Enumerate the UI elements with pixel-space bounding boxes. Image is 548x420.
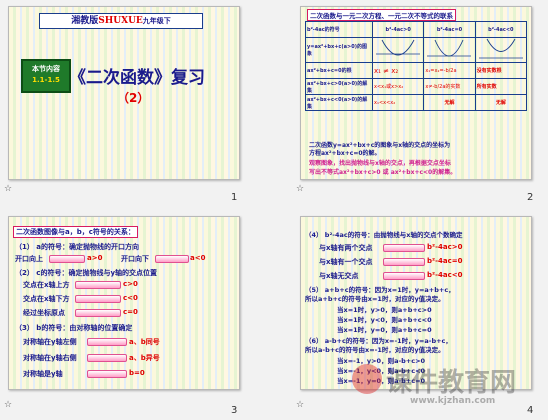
note-line-3: 观察图象，找出抛物线与x轴的交点，再根据交点坐标 <box>309 160 451 167</box>
parabola-no-root-graph <box>478 38 523 59</box>
arrow-connector <box>75 281 121 289</box>
slide-2-heading: 二次函数与一元二次方程、一元二次不等式的联系 <box>307 9 456 21</box>
parabola-two-roots-graph <box>376 39 420 56</box>
table-header-cell: b²-4ac<0 <box>474 21 528 38</box>
rule-6b: 所以a-b+c的符号由x=-1时，对应的y值决定。 <box>305 346 445 354</box>
table-header-cell: b²-4ac的符号 <box>305 21 373 38</box>
table-header-cell: b²-4ac>0 <box>371 21 425 38</box>
rule-2a-result: c>0 <box>123 280 138 288</box>
watermark-text: 课件教育网 <box>386 368 517 398</box>
rule-1a: 开口向上 <box>15 255 43 263</box>
row-label: ax²+bx+c>0(a>0)的解集 <box>305 78 373 95</box>
rule-3c-result: b=0 <box>129 369 145 377</box>
table-cell: x₁<x<x₂ <box>371 94 425 111</box>
arrow-connector <box>75 309 121 317</box>
watermark-url: www.kjzhan.com <box>410 396 496 406</box>
slide-1-header: 湘教版SHUXUE九年级下 <box>39 13 203 29</box>
rule-4b: 与x轴有一个交点 <box>319 258 373 266</box>
slide-1-transition-icon: ☆ <box>4 184 13 194</box>
slide-3-thumbnail[interactable]: 二次函数图像与a，b，c符号的关系： （1） a的符号：确定抛物线的开口方向 开… <box>8 216 240 390</box>
relation-table: b²-4ac的符号 b²-4ac>0 b²-4ac=0 b²-4ac<0 y=a… <box>305 21 528 111</box>
slide-4-transition-icon: ☆ <box>296 400 305 410</box>
brand-text: SHUXUE <box>98 16 143 26</box>
rule-3b: 对称轴在y轴右侧 <box>23 354 77 362</box>
arrow-connector <box>87 354 127 362</box>
table-row: ax²+bx+c=0的根 x₁ ≠ x₂ x₁=x₂=-b/2a 没有实数根 <box>305 62 528 79</box>
graph-cell <box>474 37 528 63</box>
table-cell: x<x₁或x>x₂ <box>371 78 425 95</box>
table-header-row: b²-4ac的符号 b²-4ac>0 b²-4ac=0 b²-4ac<0 <box>305 21 528 38</box>
rule-4: （4） b²-4ac的符号：由抛物线与x轴的交点个数确定 <box>305 231 463 239</box>
table-cell: x₁=x₂=-b/2a <box>423 62 476 79</box>
row-label: ax²+bx+c<0(a>0)的解集 <box>305 94 373 111</box>
rule-1b: 开口向下 <box>121 255 149 263</box>
table-row: ax²+bx+c>0(a>0)的解集 x<x₁或x>x₂ x≠-b/2a的实数 … <box>305 78 528 95</box>
slide-1-thumbnail[interactable]: 湘教版SHUXUE九年级下 本节内容 1.1-1.5 《二次函数》复习 （2） <box>8 6 240 180</box>
rule-4c: 与x轴无交点 <box>319 272 359 280</box>
slide-2-number: 2 <box>527 192 534 203</box>
table-header-cell: b²-4ac=0 <box>423 21 476 38</box>
rule-2c: 经过坐标原点 <box>23 309 65 317</box>
rule-3c: 对称轴是y轴 <box>23 370 63 378</box>
parabola-one-root-graph <box>427 39 472 57</box>
rule-1b-result: a<0 <box>190 254 206 262</box>
table-cell: 无解 <box>474 94 528 111</box>
rule-3b-result: a、b异号 <box>129 354 160 362</box>
arrow-connector <box>49 255 85 263</box>
rule-3a-result: a、b同号 <box>129 338 160 346</box>
rule-4a-result: b²-4ac>0 <box>427 243 463 251</box>
badge-line-2: 1.1-1.5 <box>32 76 60 84</box>
table-cell: x₁ ≠ x₂ <box>371 62 425 79</box>
rule-4c-result: b²-4ac<0 <box>427 271 463 279</box>
rule-2: （2） c的符号：确定抛物线与y轴的交点位置 <box>15 269 158 277</box>
row-label: ax²+bx+c=0的根 <box>305 62 373 79</box>
grade-text: 九年级下 <box>142 17 171 25</box>
chapter-badge: 本节内容 1.1-1.5 <box>21 59 71 93</box>
arrow-connector <box>87 370 127 378</box>
arrow-connector <box>87 338 127 346</box>
graph-cell <box>423 37 476 63</box>
rule-2a: 交点在x轴上方 <box>23 281 70 289</box>
publisher-text: 湘教版 <box>71 16 99 26</box>
rule-1: （1） a的符号：确定抛物线的开口方向 <box>15 243 140 251</box>
arrow-connector <box>383 244 425 252</box>
rule-2b-result: c<0 <box>123 294 138 302</box>
rule-3a: 对称轴在y轴左侧 <box>23 338 77 346</box>
rule-2c-result: c=0 <box>123 308 138 316</box>
rule-3: （3） b的符号：由对称轴的位置确定 <box>15 324 133 332</box>
slide-1-subtitle: （2） <box>117 91 150 105</box>
table-cell: 所有实数 <box>474 78 528 95</box>
arrow-connector <box>383 272 425 280</box>
row-label: y=ax²+bx+c(a>0)的图象 <box>305 37 373 63</box>
arrow-connector <box>383 258 425 266</box>
note-line-2: 方程ax²+bx+c=0的解。 <box>309 150 381 157</box>
rule-4b-result: b²-4ac=0 <box>427 257 463 265</box>
slide-4-number: 4 <box>527 405 534 416</box>
slide-3-transition-icon: ☆ <box>4 400 13 410</box>
rule-5d: 当x=1时，y<0，则a+b+c<0 <box>337 316 432 324</box>
note-line-4: 写出不等式ax²+bx+c>0 或 ax²+bx+c<0的解集。 <box>309 169 457 176</box>
table-cell: 没有实数根 <box>474 62 528 79</box>
arrow-connector <box>75 295 121 303</box>
rule-2b: 交点在x轴下方 <box>23 295 70 303</box>
table-cell: x≠-b/2a的实数 <box>423 78 476 95</box>
watermark-logo <box>352 364 382 394</box>
graph-cell <box>371 37 425 63</box>
rule-5b: 所以a+b+c的符号由x=1时，对应的y值决定。 <box>305 295 445 303</box>
badge-line-1: 本节内容 <box>32 65 60 73</box>
table-row: y=ax²+bx+c(a>0)的图象 <box>305 37 528 63</box>
slide-2-transition-icon: ☆ <box>296 184 305 194</box>
slide-3-heading: 二次函数图像与a，b，c符号的关系： <box>13 226 138 238</box>
slide-3-number: 3 <box>231 405 238 416</box>
table-cell: 无解 <box>423 94 476 111</box>
slide-1-title: 《二次函数》复习 <box>69 68 205 88</box>
slide-1-number: 1 <box>231 192 238 203</box>
rule-5e: 当x=1时，y=0，则a+b+c=0 <box>337 326 432 334</box>
rule-4a: 与x轴有两个交点 <box>319 244 373 252</box>
slide-2-thumbnail[interactable]: 二次函数与一元二次方程、一元二次不等式的联系 b²-4ac的符号 b²-4ac>… <box>300 6 532 180</box>
rule-5c: 当x=1时，y>0，则a+b+c>0 <box>337 306 432 314</box>
table-row: ax²+bx+c<0(a>0)的解集 x₁<x<x₂ 无解 无解 <box>305 94 528 111</box>
rule-1a-result: a>0 <box>87 254 103 262</box>
arrow-connector <box>155 255 189 263</box>
